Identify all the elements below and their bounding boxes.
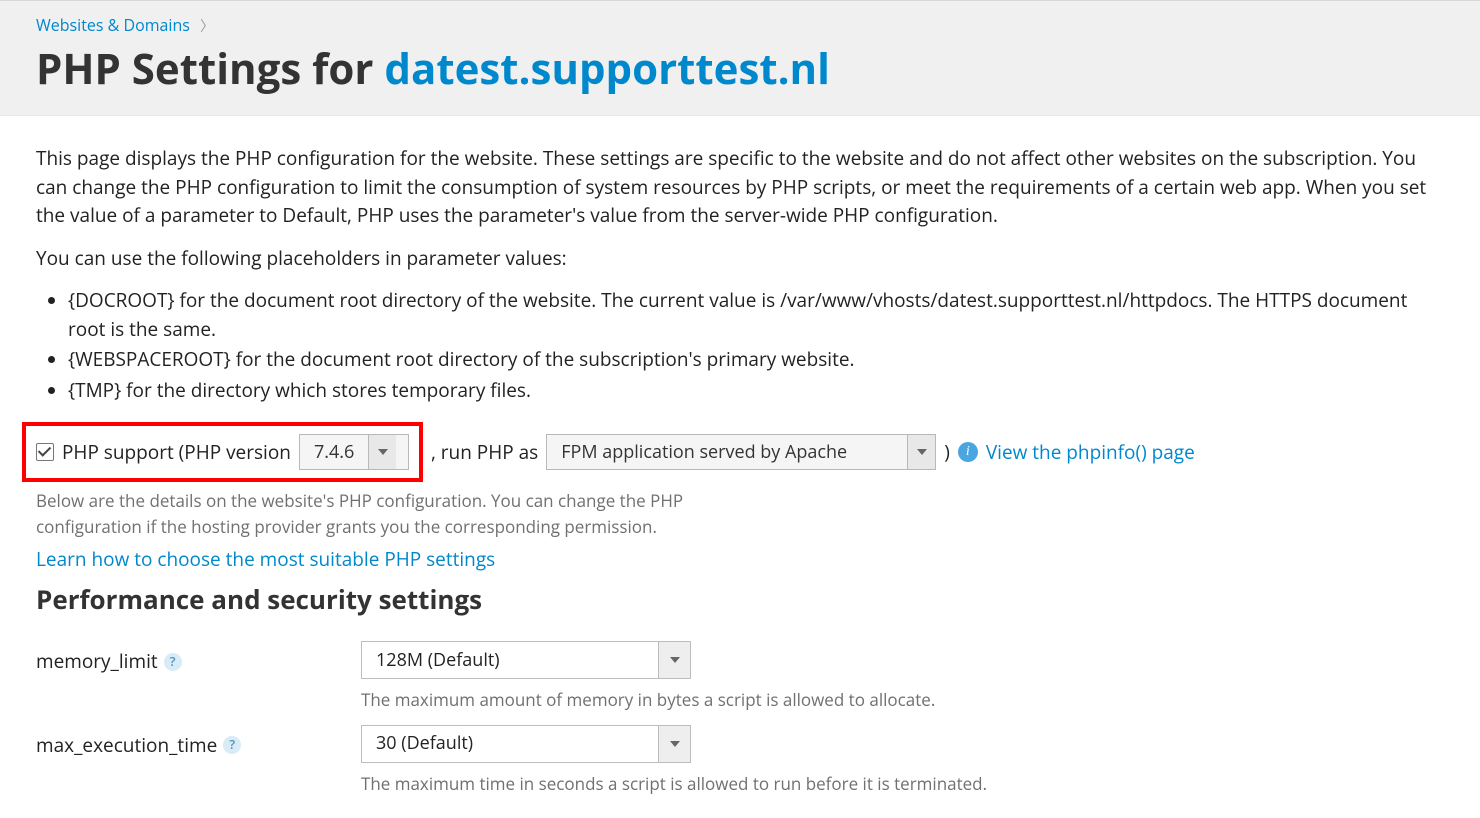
- chevron-down-icon: [907, 435, 935, 469]
- placeholder-webspaceroot: {WEBSPACEROOT} for the document root dir…: [68, 345, 1444, 374]
- php-handler-select[interactable]: FPM application served by Apache: [546, 434, 936, 470]
- page-title-domain: datest.supporttest.nl: [384, 40, 830, 97]
- php-handler-select-value: FPM application served by Apache: [547, 439, 907, 466]
- max-execution-time-value: 30 (Default): [362, 726, 658, 762]
- chevron-down-icon: [368, 435, 396, 469]
- php-version-select[interactable]: 7.4.6: [299, 434, 409, 470]
- php-support-checkbox[interactable]: [36, 443, 54, 461]
- intro-paragraph-1: This page displays the PHP configuration…: [36, 144, 1444, 230]
- chevron-down-icon: [658, 642, 690, 678]
- php-support-highlight: PHP support (PHP version 7.4.6: [22, 422, 423, 482]
- performance-security-heading: Performance and security settings: [36, 580, 1444, 619]
- chevron-down-icon: [658, 726, 690, 762]
- breadcrumb-parent-link[interactable]: Websites & Domains: [36, 14, 190, 36]
- page-title-prefix: PHP Settings for: [36, 40, 384, 97]
- memory-limit-hint: The maximum amount of memory in bytes a …: [361, 687, 1444, 713]
- placeholder-docroot: {DOCROOT} for the document root director…: [68, 286, 1444, 343]
- phpinfo-link[interactable]: View the phpinfo() page: [986, 438, 1195, 467]
- php-support-label-prefix: PHP support (PHP version: [62, 438, 291, 467]
- php-support-closing-paren: ): [944, 438, 950, 467]
- memory-limit-value: 128M (Default): [362, 642, 658, 678]
- php-version-select-value: 7.4.6: [300, 439, 368, 466]
- breadcrumb: Websites & Domains 〉: [36, 13, 1444, 37]
- help-icon[interactable]: ?: [223, 736, 241, 754]
- max-execution-time-row: max_execution_time ? 30 (Default) The ma…: [36, 725, 1444, 797]
- memory-limit-combobox[interactable]: 128M (Default): [361, 641, 691, 679]
- intro-paragraph-2: You can use the following placeholders i…: [36, 244, 1444, 273]
- chevron-right-icon: 〉: [200, 17, 214, 36]
- max-execution-time-label: max_execution_time: [36, 731, 217, 760]
- help-icon[interactable]: ?: [164, 653, 182, 671]
- max-execution-time-hint: The maximum time in seconds a script is …: [361, 771, 1444, 797]
- info-icon[interactable]: i: [958, 442, 978, 462]
- placeholder-list: {DOCROOT} for the document root director…: [68, 286, 1444, 404]
- php-config-hint: Below are the details on the website's P…: [36, 488, 776, 539]
- memory-limit-label: memory_limit: [36, 647, 158, 676]
- php-run-as-label: , run PHP as: [431, 438, 538, 467]
- memory-limit-row: memory_limit ? 128M (Default) The maximu…: [36, 641, 1444, 713]
- page-title: PHP Settings for datest.supporttest.nl: [36, 45, 1444, 93]
- php-support-line: PHP support (PHP version 7.4.6 , run PHP…: [36, 422, 1444, 482]
- placeholder-tmp: {TMP} for the directory which stores tem…: [68, 376, 1444, 405]
- learn-php-settings-link[interactable]: Learn how to choose the most suitable PH…: [36, 546, 495, 572]
- max-execution-time-combobox[interactable]: 30 (Default): [361, 725, 691, 763]
